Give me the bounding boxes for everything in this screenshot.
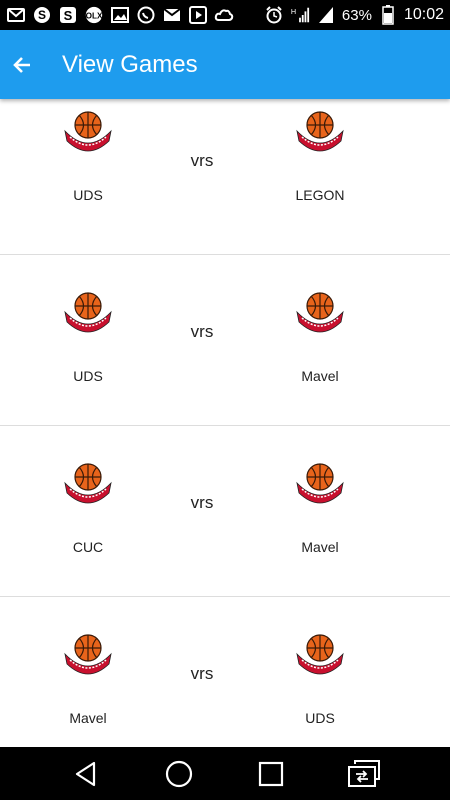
- battery-percent: 63%: [341, 6, 372, 24]
- signal-icon: [316, 5, 336, 25]
- away-team-name: Mavel: [301, 368, 339, 384]
- notification-icons: S S OLX: [6, 5, 264, 25]
- nav-recents-button[interactable]: [251, 754, 291, 794]
- battery-icon: [378, 5, 398, 25]
- away-team: UDS: [250, 630, 390, 726]
- home-circle-icon: [165, 760, 192, 787]
- away-team: Mavel: [250, 288, 390, 384]
- home-team: UDS: [18, 288, 158, 384]
- home-team: Mavel: [18, 630, 158, 726]
- navigation-bar: [0, 747, 450, 800]
- status-bar: S S OLX H 63% 10:02: [0, 0, 450, 30]
- basketball-logo-icon: [64, 634, 112, 675]
- vs-label: vrs: [190, 664, 214, 683]
- image-icon: [110, 5, 130, 25]
- home-team-name: Mavel: [69, 710, 107, 726]
- s-app-icon: S: [58, 5, 78, 25]
- app-bar: View Games: [0, 30, 450, 99]
- olx-icon: OLX: [84, 5, 104, 25]
- svg-text:OLX: OLX: [86, 12, 103, 21]
- home-team-name: CUC: [72, 539, 104, 555]
- svg-text:S: S: [64, 8, 73, 23]
- basketball-logo-icon: [64, 111, 112, 152]
- game-card[interactable]: UDS vrs Mavel: [0, 255, 450, 426]
- basketball-logo-icon: [296, 111, 344, 152]
- basketball-logo-icon: [296, 634, 344, 675]
- game-card[interactable]: CUC vrs Mavel: [0, 426, 450, 597]
- vs-label: vrs: [190, 493, 214, 512]
- home-team: UDS: [18, 107, 158, 203]
- mail-icon: [6, 5, 26, 25]
- away-team: LEGON: [250, 107, 390, 203]
- away-team-name: LEGON: [295, 187, 345, 203]
- basketball-logo-icon: [64, 463, 112, 504]
- basketball-logo-icon: [296, 292, 344, 333]
- alarm-icon: [264, 5, 284, 25]
- basketball-logo-icon: [64, 292, 112, 333]
- vs-label: vrs: [190, 322, 214, 341]
- away-team: Mavel: [250, 459, 390, 555]
- away-team-name: UDS: [305, 710, 335, 726]
- vs-label: vrs: [190, 151, 214, 170]
- game-card[interactable]: Mavel vrs UDS: [0, 597, 450, 747]
- svg-text:S: S: [38, 8, 46, 22]
- game-card[interactable]: UDS vrs LEGON: [0, 99, 450, 255]
- svg-text:H: H: [291, 7, 296, 16]
- back-button[interactable]: [2, 45, 42, 85]
- basketball-logo-icon: [296, 463, 344, 504]
- system-indicators: H 63% 10:02: [264, 5, 444, 25]
- skype-icon: S: [32, 5, 52, 25]
- gmail-icon: [162, 5, 182, 25]
- screen-switch-icon: [347, 759, 380, 787]
- games-list: UDS vrs LEGON UDS vrs Mavel CUC vrs Mave…: [0, 99, 450, 747]
- page-title: View Games: [62, 50, 198, 78]
- cloud-icon: [214, 5, 234, 25]
- signal-h-icon: H: [290, 5, 310, 25]
- home-team-name: UDS: [73, 187, 103, 203]
- nav-screen-switch-button[interactable]: [344, 754, 384, 794]
- nav-back-button[interactable]: [66, 754, 106, 794]
- away-team-name: Mavel: [301, 539, 339, 555]
- whatsapp-icon: [136, 5, 156, 25]
- clock: 10:02: [403, 6, 444, 23]
- arrow-left-icon: [13, 56, 30, 73]
- recents-square-icon: [259, 761, 284, 786]
- home-team: CUC: [18, 459, 158, 555]
- nav-home-button[interactable]: [159, 754, 199, 794]
- home-team-name: UDS: [73, 368, 103, 384]
- back-triangle-icon: [76, 761, 96, 786]
- play-icon: [188, 5, 208, 25]
